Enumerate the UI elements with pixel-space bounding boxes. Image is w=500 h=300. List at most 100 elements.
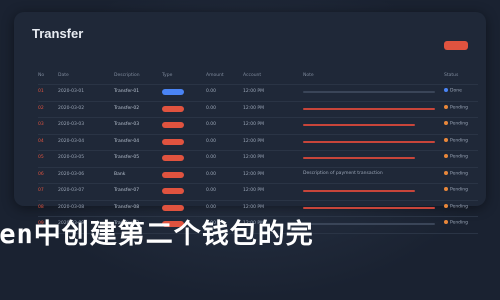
row-description: Transfer-04 (114, 138, 140, 144)
row-number: 03 (38, 122, 44, 127)
row-status: Pending (444, 203, 468, 209)
row-description: Bank (114, 171, 126, 177)
header-note[interactable]: Note (303, 73, 314, 78)
table-header: No Date Description Type Amount Account … (38, 70, 478, 85)
header-date[interactable]: Date (58, 73, 69, 78)
status-label: Pending (450, 105, 468, 110)
type-pill[interactable] (162, 171, 184, 178)
row-account: 12:00 PM (243, 122, 264, 127)
type-pill[interactable] (162, 89, 184, 95)
status-label: Pending (450, 220, 468, 226)
table-row[interactable]: 06 2020-03-06 Bank 0.00 12:00 PM Description … (38, 168, 478, 184)
status-label: Pending (450, 187, 468, 193)
row-date: 2020-03-07 (58, 188, 85, 193)
note-bar (303, 124, 415, 126)
status-label: Pending (450, 138, 468, 143)
status-dot-icon (444, 88, 448, 92)
row-amount: 0.00 (206, 138, 217, 144)
row-description: Transfer-02 (114, 105, 140, 111)
row-account: 12:00 PM (243, 171, 264, 177)
row-amount: 0.00 (206, 188, 217, 193)
type-pill[interactable] (162, 122, 184, 128)
row-status: Pending (444, 220, 468, 226)
type-pill[interactable] (162, 204, 184, 211)
row-amount: 0.00 (206, 155, 217, 160)
transfer-table: No Date Description Type Amount Account … (38, 70, 478, 234)
row-amount: 0.00 (206, 204, 217, 210)
row-description: Transfer-03 (114, 122, 140, 127)
note-bar (303, 91, 435, 93)
status-dot-icon (444, 154, 448, 158)
row-amount: 0.00 (206, 122, 217, 127)
row-amount: 0.00 (206, 171, 217, 177)
type-pill[interactable] (162, 105, 184, 112)
row-date: 2020-03-08 (58, 204, 85, 210)
row-number: 04 (38, 138, 44, 144)
table-row[interactable]: 05 2020-03-05 Transfer-05 0.00 12:00 PM Pendi… (38, 151, 478, 168)
row-status: Done (444, 88, 462, 94)
page-title: Transfer (32, 26, 84, 41)
note-bar (303, 190, 415, 192)
status-label: Pending (450, 171, 468, 176)
row-description: Transfer-08 (114, 204, 140, 210)
caption-text: ken中创建第二个钱包的完 (0, 219, 314, 250)
row-number: 01 (38, 89, 44, 94)
status-dot-icon (444, 203, 448, 208)
row-amount: 0.00 (206, 89, 217, 94)
row-status: Pending (444, 137, 468, 143)
row-description: Transfer-05 (114, 155, 140, 160)
action-button[interactable] (444, 41, 468, 50)
row-account: 12:00 PM (243, 188, 264, 193)
note-bar (303, 223, 435, 225)
status-dot-icon (444, 187, 448, 191)
row-description: Transfer-07 (114, 188, 140, 193)
status-dot-icon (444, 220, 448, 224)
row-date: 2020-03-01 (58, 89, 85, 94)
row-date: 2020-03-06 (58, 171, 85, 177)
note-bar (303, 206, 435, 209)
row-number: 08 (38, 204, 44, 210)
row-account: 12:00 PM (243, 204, 264, 210)
type-pill[interactable] (162, 138, 184, 145)
status-dot-icon (444, 137, 448, 142)
row-number: 06 (38, 171, 44, 177)
table-row[interactable]: 01 2020-03-01 Transfer-01 0.00 12:00 PM Done (38, 85, 478, 102)
row-account: 12:00 PM (243, 155, 264, 160)
table-row[interactable]: 04 2020-03-04 Transfer-04 0.00 12:00 PM Pendi… (38, 135, 478, 151)
status-dot-icon (444, 121, 448, 125)
note-bar (303, 157, 415, 159)
header-account[interactable]: Account (243, 73, 261, 78)
row-account: 12:00 PM (243, 89, 264, 94)
header-description[interactable]: Description (114, 73, 140, 78)
row-status: Pending (444, 187, 468, 193)
note-bar (303, 107, 435, 110)
row-number: 02 (38, 105, 44, 111)
header-amount[interactable]: Amount (206, 73, 224, 78)
row-date: 2020-03-04 (58, 138, 85, 144)
row-status: Pending (444, 154, 468, 160)
header-no[interactable]: No (38, 73, 44, 78)
row-date: 2020-03-05 (58, 155, 85, 160)
row-date: 2020-03-03 (58, 122, 85, 127)
row-number: 05 (38, 155, 44, 160)
status-label: Pending (450, 154, 468, 160)
table-row[interactable]: 03 2020-03-03 Transfer-03 0.00 12:00 PM Pendi… (38, 118, 478, 135)
row-status: Pending (444, 170, 468, 176)
type-pill[interactable] (162, 188, 184, 194)
table-row[interactable]: 07 2020-03-07 Transfer-07 0.00 12:00 PM Pendi… (38, 184, 478, 201)
header-type[interactable]: Type (162, 73, 172, 78)
type-pill[interactable] (162, 155, 184, 161)
row-description: Transfer-01 (114, 89, 140, 94)
transfer-panel: Transfer No Date Description Type Amount… (14, 12, 486, 234)
row-status: Pending (444, 121, 468, 127)
row-account: 12:00 PM (243, 105, 264, 111)
status-label: Pending (450, 204, 468, 209)
status-dot-icon (444, 170, 448, 175)
row-note: Description of payment transaction (303, 170, 383, 176)
table-row[interactable]: 02 2020-03-02 Transfer-02 0.00 12:00 PM Pendi… (38, 102, 478, 118)
header-status[interactable]: Status (444, 73, 458, 78)
status-label: Pending (450, 121, 468, 127)
row-status: Pending (444, 104, 468, 110)
status-dot-icon (444, 104, 448, 109)
status-label: Done (450, 88, 462, 94)
